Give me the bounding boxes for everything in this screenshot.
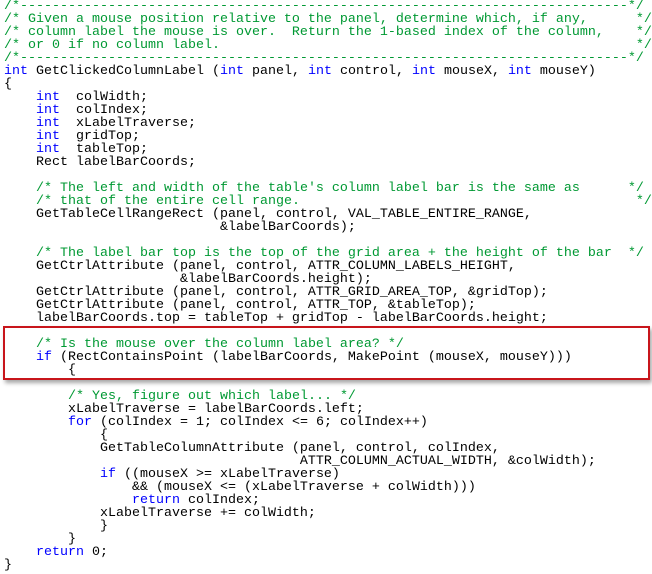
code-text: } — [4, 558, 12, 573]
code-text: GetClickedColumnLabel ( — [28, 64, 220, 79]
keyword: int — [411, 64, 436, 79]
code-line: Rect labelBarCoords; — [4, 156, 652, 169]
keyword: int — [507, 64, 532, 79]
code-line: { — [4, 364, 652, 377]
code-line: &labelBarCoords); — [4, 221, 652, 234]
keyword: int — [219, 64, 244, 79]
code-text: labelBarCoords.top = tableTop + gridTop … — [4, 311, 548, 326]
code-line: if (RectContainsPoint (labelBarCoords, M… — [4, 351, 652, 364]
code-line: } — [4, 559, 652, 572]
code-line: int GetClickedColumnLabel (int panel, in… — [4, 65, 652, 78]
code-line: labelBarCoords.top = tableTop + gridTop … — [4, 312, 652, 325]
code-text: (colIndex = 1; colIndex <= 6; colIndex++… — [92, 415, 428, 430]
code-listing: /*--------------------------------------… — [4, 0, 652, 572]
keyword: return — [36, 545, 84, 560]
code-text: panel, — [243, 64, 308, 79]
code-text: mouseY) — [531, 64, 596, 79]
code-line: return 0; — [4, 546, 652, 559]
code-line: } — [4, 520, 652, 533]
code-text: Rect labelBarCoords; — [4, 155, 196, 170]
code-text: mouseX, — [435, 64, 508, 79]
code-text: &labelBarCoords); — [4, 220, 356, 235]
code-text: { — [4, 363, 76, 378]
code-text: (RectContainsPoint (labelBarCoords, Make… — [52, 350, 572, 365]
code-text: control, — [331, 64, 412, 79]
keyword: int — [307, 64, 332, 79]
code-text: 0; — [84, 545, 108, 560]
